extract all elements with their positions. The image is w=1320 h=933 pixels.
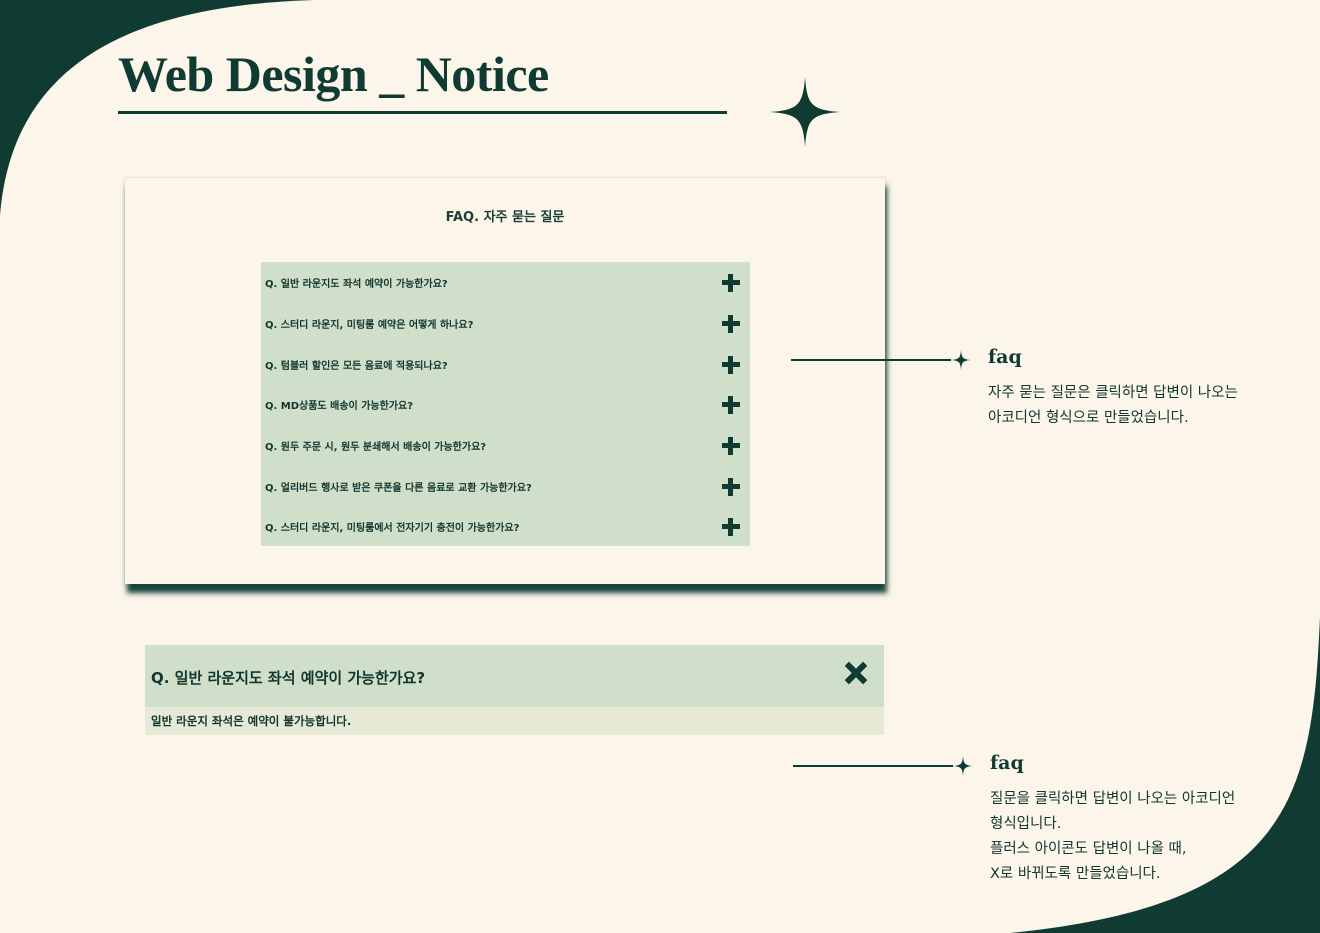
plus-icon[interactable]	[722, 436, 740, 455]
faq-question: Q. 스터디 라운지, 미팅룸에서 전자기기 충전이 가능한가요?	[265, 523, 520, 534]
note-line: 질문을 클릭하면 답변이 나오는 아코디언	[990, 791, 1236, 807]
faq-item[interactable]: Q. 텀블러 할인은 모든 음료에 적용되나요?	[261, 344, 750, 385]
note-line: 아코디언 형식으로 만들었습니다.	[988, 410, 1189, 426]
faq-item[interactable]: Q. MD상품도 배송이 가능한가요?	[261, 384, 750, 425]
faq-accordion: Q. 일반 라운지도 좌석 예약이 가능한가요? Q. 스터디 라운지, 미팅룸…	[261, 262, 750, 546]
faq-question: Q. 일반 라운지도 좌석 예약이 가능한가요?	[265, 279, 448, 290]
faq-item[interactable]: Q. 일반 라운지도 좌석 예약이 가능한가요?	[261, 262, 750, 303]
faq-question: Q. 얼리버드 행사로 받은 쿠폰을 다른 음료로 교환 가능한가요?	[265, 483, 532, 494]
connector-line	[791, 359, 951, 361]
title-underline	[118, 111, 727, 114]
faq-item[interactable]: Q. 원두 주문 시, 원두 분쇄해서 배송이 가능한가요?	[261, 425, 750, 466]
plus-icon[interactable]	[722, 314, 740, 333]
faq-title: FAQ. 자주 묻는 질문	[445, 210, 565, 225]
note-heading: faq	[990, 752, 1024, 774]
expanded-faq-question-row[interactable]: Q. 일반 라운지도 좌석 예약이 가능한가요?	[145, 645, 884, 707]
faq-item[interactable]: Q. 스터디 라운지, 미팅룸에서 전자기기 충전이 가능한가요?	[261, 506, 750, 547]
plus-icon[interactable]	[722, 477, 740, 496]
faq-question: Q. 텀블러 할인은 모든 음료에 적용되나요?	[265, 361, 448, 372]
note-heading: faq	[988, 346, 1022, 368]
note-line: 자주 묻는 질문은 클릭하면 답변이 나오는	[988, 385, 1238, 401]
faq-question: Q. 스터디 라운지, 미팅룸 예약은 어떻게 하나요?	[265, 320, 474, 331]
note-text: 질문을 클릭하면 답변이 나오는 아코디언 형식입니다. 플러스 아이콘도 답변…	[990, 787, 1235, 887]
note-line: 형식입니다.	[990, 816, 1062, 832]
sparkle-icon	[770, 77, 840, 147]
sparkle-icon	[953, 756, 973, 776]
expanded-faq-answer-row: 일반 라운지 좌석은 예약이 불가능합니다.	[145, 707, 884, 735]
connector-line	[793, 765, 953, 767]
expanded-faq-answer: 일반 라운지 좌석은 예약이 불가능합니다.	[151, 714, 352, 728]
note-text: 자주 묻는 질문은 클릭하면 답변이 나오는 아코디언 형식으로 만들었습니다.	[988, 381, 1238, 431]
expanded-faq-question: Q. 일반 라운지도 좌석 예약이 가능한가요?	[151, 668, 426, 687]
note-line: 플러스 아이콘도 답변이 나올 때,	[990, 841, 1187, 857]
plus-icon[interactable]	[722, 355, 740, 374]
plus-icon[interactable]	[722, 395, 740, 414]
close-icon[interactable]	[845, 662, 867, 684]
note-line: X로 바뀌도록 만들었습니다.	[990, 866, 1161, 882]
sparkle-icon	[951, 350, 971, 370]
plus-icon[interactable]	[722, 273, 740, 292]
faq-item[interactable]: Q. 얼리버드 행사로 받은 쿠폰을 다른 음료로 교환 가능한가요?	[261, 466, 750, 507]
faq-item[interactable]: Q. 스터디 라운지, 미팅룸 예약은 어떻게 하나요?	[261, 303, 750, 344]
plus-icon[interactable]	[722, 517, 740, 536]
faq-question: Q. 원두 주문 시, 원두 분쇄해서 배송이 가능한가요?	[265, 442, 487, 453]
faq-question: Q. MD상품도 배송이 가능한가요?	[265, 401, 413, 412]
page-title: Web Design _ Notice	[118, 46, 549, 102]
